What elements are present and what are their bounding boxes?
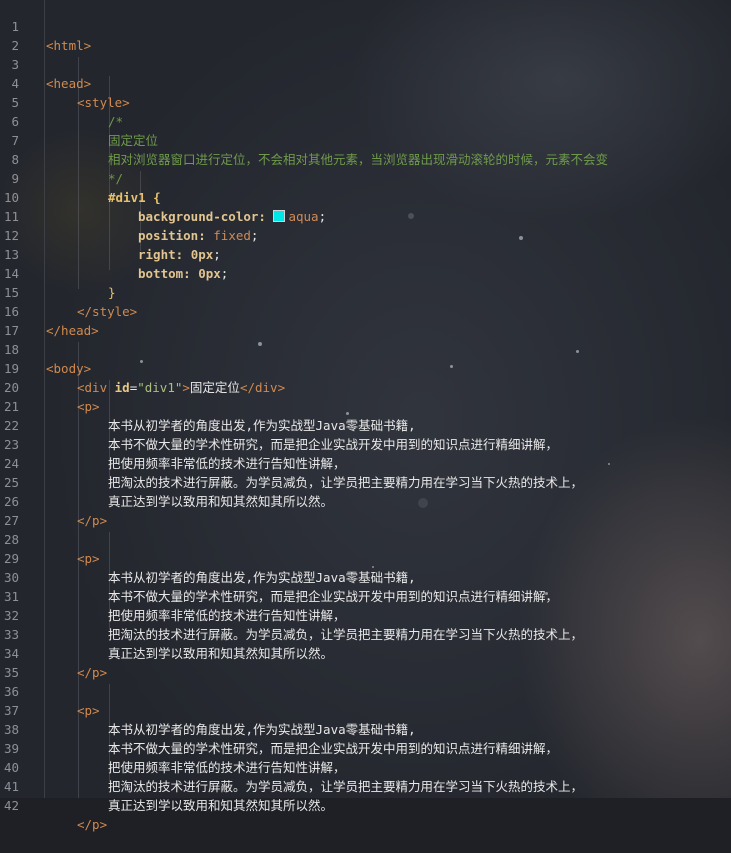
code-line[interactable]: 37 本书从初学者的角度出发,作为实战型Java零基础书籍,	[0, 682, 731, 737]
code-line[interactable]: 14 }	[0, 245, 731, 300]
code-line[interactable]: 21 本书从初学者的角度出发,作为实战型Java零基础书籍,	[0, 378, 731, 433]
code-line[interactable]: 6 固定定位	[0, 93, 731, 148]
code-line[interactable]: 38 本书不做大量的学术性研究，而是把企业实战开发中用到的知识点进行精细讲解，	[0, 701, 731, 756]
code-line[interactable]: 26 </p>	[0, 473, 731, 528]
code-line[interactable]: 13 bottom: 0px;	[0, 226, 731, 281]
code-line[interactable]: 7 相对浏览器窗口进行定位，不会相对其他元素，当浏览器出现滑动滚轮的时候，元素不…	[0, 112, 731, 167]
code-line[interactable]: 11 position: fixed;	[0, 188, 731, 243]
code-line[interactable]: 23 把使用频率非常低的技术进行告知性讲解，	[0, 416, 731, 471]
code-line[interactable]: 20 <p>	[0, 359, 731, 414]
code-line[interactable]: 9 #div1 {	[0, 150, 731, 205]
code-line[interactable]: 32 把淘汰的技术进行屏蔽。为学员减负，让学员把主要精力用在学习当下火热的技术上…	[0, 587, 731, 642]
code-line[interactable]: 12 right: 0px;	[0, 207, 731, 262]
paragraph-text: 真正达到学以致用和知其然知其所以然。	[108, 798, 334, 813]
code-line[interactable]: 18 <body>	[0, 321, 731, 376]
code-line[interactable]: 40 把淘汰的技术进行屏蔽。为学员减负，让学员把主要精力用在学习当下火热的技术上…	[0, 739, 731, 794]
code-line[interactable]: 1 <html>	[0, 0, 731, 53]
line-number: 42	[3, 798, 19, 813]
code-line[interactable]: 34 </p>	[0, 625, 731, 680]
p-close-tag: </p>	[77, 817, 108, 832]
code-line[interactable]: 35	[0, 644, 731, 680]
code-line[interactable]: 28 <p>	[0, 511, 731, 566]
code-line[interactable]: 2	[0, 17, 731, 53]
code-line[interactable]: 29 本书从初学者的角度出发,作为实战型Java零基础书籍,	[0, 530, 731, 585]
code-line[interactable]: 25 真正达到学以致用和知其然知其所以然。	[0, 454, 731, 509]
code-line[interactable]: 19 <div id="div1">固定定位</div>	[0, 340, 731, 395]
code-line[interactable]: 42 </p>	[0, 777, 731, 832]
code-line[interactable]: 16 </head>	[0, 283, 731, 338]
code-line[interactable]: 36 <p>	[0, 663, 731, 718]
code-line[interactable]: 30 本书不做大量的学术性研究，而是把企业实战开发中用到的知识点进行精细讲解，	[0, 549, 731, 604]
code-line[interactable]: 3 <head>	[0, 36, 731, 91]
code-line[interactable]: 31 把使用频率非常低的技术进行告知性讲解，	[0, 568, 731, 623]
code-line[interactable]: 33 真正达到学以致用和知其然知其所以然。	[0, 606, 731, 661]
code-line[interactable]: 24 把淘汰的技术进行屏蔽。为学员减负，让学员把主要精力用在学习当下火热的技术上…	[0, 435, 731, 490]
code-line[interactable]: 8 */	[0, 131, 731, 186]
code-line[interactable]: 5 /*	[0, 74, 731, 129]
code-line[interactable]: 22 本书不做大量的学术性研究，而是把企业实战开发中用到的知识点进行精细讲解，	[0, 397, 731, 452]
code-line[interactable]: 15 </style>	[0, 264, 731, 319]
code-line[interactable]: 39 把使用频率非常低的技术进行告知性讲解，	[0, 720, 731, 775]
code-line[interactable]: 10 background-color: aqua;	[0, 169, 731, 224]
code-line[interactable]: 41 真正达到学以致用和知其然知其所以然。	[0, 758, 731, 813]
code-line[interactable]: 27	[0, 492, 731, 528]
code-line[interactable]: 4 <style>	[0, 55, 731, 110]
code-line[interactable]: 17	[0, 302, 731, 338]
